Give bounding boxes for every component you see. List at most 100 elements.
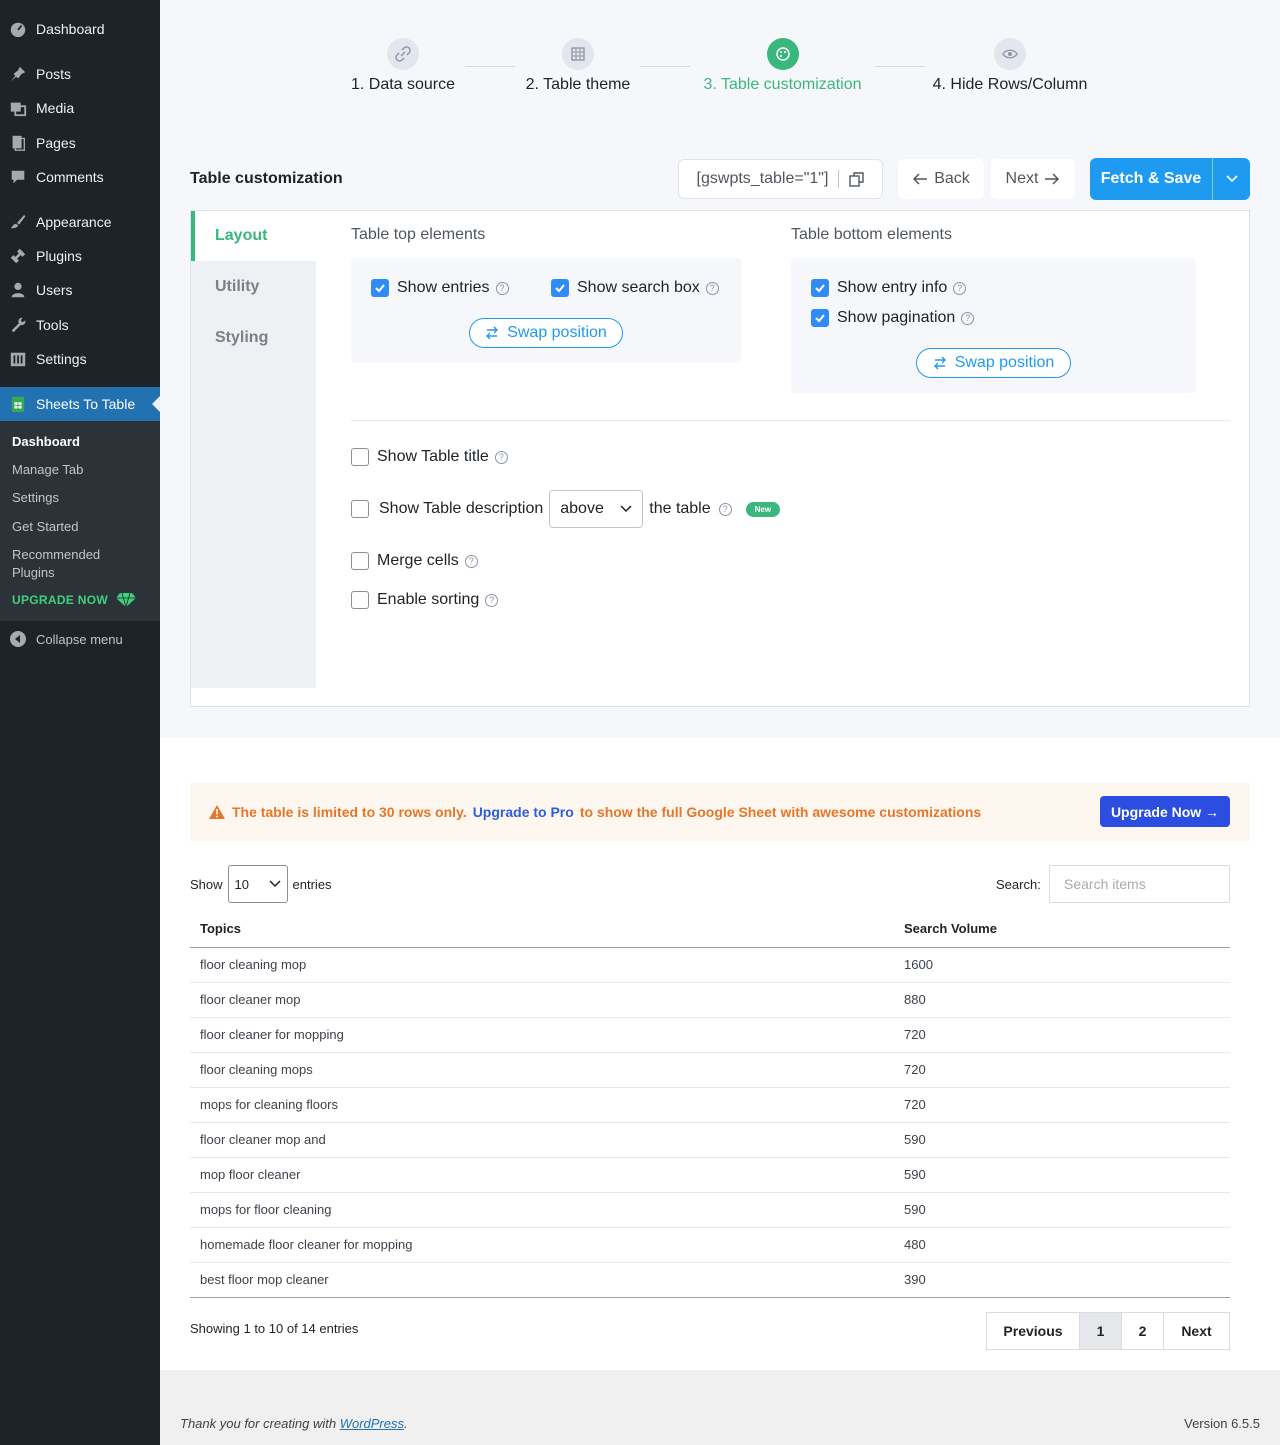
pagination-previous[interactable]: Previous: [987, 1313, 1080, 1349]
shortcode-copy-field[interactable]: [gswpts_table="1"]: [678, 159, 883, 199]
help-icon[interactable]: ?: [961, 311, 975, 325]
help-icon[interactable]: ?: [464, 554, 478, 568]
submenu-item-manage-tab[interactable]: Manage Tab: [12, 461, 83, 479]
cell-topic: homemade floor cleaner for mopping: [190, 1227, 894, 1263]
collapse-menu-button[interactable]: Collapse menu: [0, 626, 160, 652]
pagination-page-1[interactable]: 1: [1080, 1313, 1122, 1349]
customization-panel: Layout Utility Styling Table top element…: [190, 210, 1250, 707]
notice-text: The table is limited to 30 rows only.: [232, 804, 467, 820]
column-header-search-volume[interactable]: Search Volume: [894, 910, 1230, 948]
search-input[interactable]: Search items: [1049, 865, 1230, 903]
submenu-item-get-started[interactable]: Get Started: [12, 518, 78, 536]
sidebar-item-plugins[interactable]: Plugins: [0, 239, 160, 273]
checkbox[interactable]: [351, 448, 369, 466]
table-row: floor cleaning mop 1600: [190, 947, 1230, 983]
sidebar-item-dashboard[interactable]: Dashboard: [0, 12, 160, 46]
copy-icon[interactable]: [849, 171, 865, 187]
fetch-save-button[interactable]: Fetch & Save: [1090, 158, 1250, 200]
checkbox[interactable]: [811, 279, 829, 297]
column-header-topics[interactable]: Topics: [190, 910, 894, 948]
show-table-title-label: Show Table title: [377, 448, 489, 465]
entries-select[interactable]: 10: [227, 865, 288, 903]
sidebar-item-label: Pages: [36, 135, 76, 151]
show-search-toggle[interactable]: Show search box ?: [551, 279, 719, 297]
submenu-item-recommended-plugins[interactable]: Recommended Plugins: [12, 546, 100, 582]
sidebar-item-media[interactable]: Media: [0, 91, 160, 125]
show-table-description-label: Show Table description: [379, 500, 544, 517]
wordpress-link[interactable]: WordPress: [340, 1416, 404, 1431]
sidebar-item-pages[interactable]: Pages: [0, 126, 160, 160]
tab-styling[interactable]: Styling: [191, 313, 316, 363]
show-entries-toggle[interactable]: Show entries ?: [371, 279, 509, 297]
upgrade-now-button[interactable]: Upgrade Now →: [1100, 796, 1230, 827]
enable-sorting-toggle[interactable]: Enable sorting ?: [351, 591, 499, 609]
sidebar-item-comments[interactable]: Comments: [0, 160, 160, 194]
next-button[interactable]: Next: [991, 159, 1075, 199]
help-icon[interactable]: ?: [718, 502, 732, 516]
help-icon[interactable]: ?: [953, 281, 967, 295]
step-table-customization[interactable]: 3. Table customization: [695, 38, 870, 94]
warning-icon: [209, 805, 225, 819]
arrow-left-icon: [913, 173, 928, 185]
sidebar-item-users[interactable]: Users: [0, 273, 160, 307]
bottom-elements-box: Show entry info ? Show pagination ? Swap…: [791, 258, 1196, 393]
checkbox[interactable]: [351, 552, 369, 570]
sidebar-item-label: Settings: [36, 351, 87, 367]
sidebar-item-appearance[interactable]: Appearance: [0, 205, 160, 239]
help-icon[interactable]: ?: [494, 450, 508, 464]
sidebar-item-tools[interactable]: Tools: [0, 308, 160, 342]
checkbox[interactable]: [351, 591, 369, 609]
cell-volume: 880: [894, 982, 1230, 1018]
checkbox[interactable]: [351, 500, 369, 518]
builder-area: 1. Data source 2. Table theme 3. Table c…: [160, 0, 1280, 738]
help-icon[interactable]: ?: [495, 281, 509, 295]
pagination-next[interactable]: Next: [1164, 1313, 1229, 1349]
step-data-source[interactable]: 1. Data source: [340, 38, 466, 94]
tab-layout[interactable]: Layout: [191, 211, 316, 261]
sidebar-item-label: Dashboard: [36, 21, 105, 37]
table-preview: The table is limited to 30 rows only. Up…: [160, 738, 1280, 1370]
entries-label: entries: [292, 876, 332, 892]
checkbox[interactable]: [371, 279, 389, 297]
table-bottom-title: Table bottom elements: [791, 226, 952, 243]
checkbox[interactable]: [551, 279, 569, 297]
pagination-page-2[interactable]: 2: [1122, 1313, 1164, 1349]
sidebar-item-settings[interactable]: Settings: [0, 342, 160, 376]
step-hide-rows-column[interactable]: 4. Hide Rows/Column: [925, 38, 1095, 94]
step-label: 4. Hide Rows/Column: [932, 76, 1088, 93]
upgrade-to-pro-link[interactable]: Upgrade to Pro: [473, 804, 574, 820]
show-table-description-toggle[interactable]: Show Table description above the table ?…: [351, 490, 781, 528]
chevron-down-icon[interactable]: [1213, 174, 1250, 184]
sidebar-item-label: Posts: [36, 66, 72, 82]
swap-top-button[interactable]: Swap position: [469, 318, 623, 348]
show-pagination-label: Show pagination: [837, 309, 956, 326]
table-row: homemade floor cleaner for mopping 480: [190, 1227, 1230, 1263]
page-title: Table customization: [190, 170, 343, 187]
tab-utility[interactable]: Utility: [191, 262, 316, 312]
step-table-theme[interactable]: 2. Table theme: [518, 38, 638, 94]
table-row: floor cleaning mops 720: [190, 1052, 1230, 1088]
submenu-item-dashboard[interactable]: Dashboard: [12, 433, 80, 451]
cell-volume: 480: [894, 1227, 1230, 1263]
description-position-select[interactable]: above: [549, 490, 644, 528]
back-button[interactable]: Back: [898, 159, 984, 199]
step-label: 2. Table theme: [525, 76, 631, 93]
cell-topic: mop floor cleaner: [190, 1157, 894, 1193]
sidebar-item-posts[interactable]: Posts: [0, 57, 160, 91]
media-icon: [0, 99, 36, 117]
section-divider: [351, 420, 1230, 421]
sidebar-item-sheets-to-table[interactable]: Sheets To Table: [0, 387, 160, 421]
help-icon[interactable]: ?: [485, 593, 499, 607]
upgrade-now-link[interactable]: UPGRADE NOW: [12, 591, 136, 609]
show-pagination-toggle[interactable]: Show pagination ?: [811, 309, 975, 327]
show-entry-info-toggle[interactable]: Show entry info ?: [811, 279, 967, 297]
show-search-label: Show search box: [577, 279, 700, 296]
help-icon[interactable]: ?: [705, 281, 719, 295]
sidebar-submenu: Dashboard Manage Tab Settings Get Starte…: [0, 421, 160, 621]
submenu-item-settings[interactable]: Settings: [12, 489, 59, 507]
swap-bottom-button[interactable]: Swap position: [916, 348, 1071, 378]
checkbox[interactable]: [811, 309, 829, 327]
show-table-title-toggle[interactable]: Show Table title ?: [351, 448, 508, 466]
main-content: 1. Data source 2. Table theme 3. Table c…: [160, 0, 1280, 1445]
merge-cells-toggle[interactable]: Merge cells ?: [351, 552, 478, 570]
